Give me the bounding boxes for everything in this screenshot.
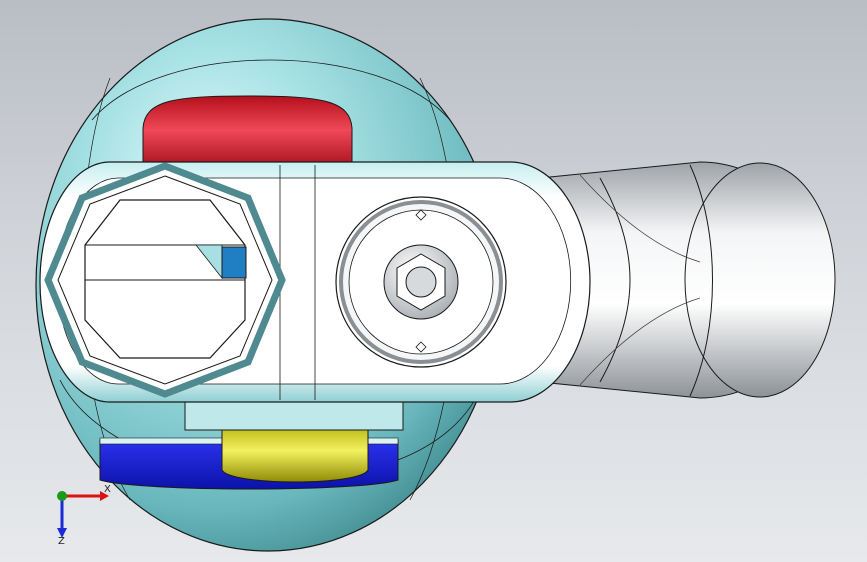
center-boss[interactable] <box>335 196 507 368</box>
reference-triad: X Y Z <box>57 484 111 546</box>
3d-model-view[interactable] <box>0 0 867 562</box>
bolt-socket <box>405 266 437 298</box>
stem-square-marker <box>221 246 247 279</box>
x-axis-label: X <box>104 484 111 495</box>
hex-nut[interactable] <box>44 162 286 398</box>
yellow-cap[interactable] <box>221 424 369 483</box>
graphics-viewport[interactable]: X Y Z <box>0 0 867 562</box>
z-axis-label: Z <box>58 536 65 546</box>
y-axis-dot <box>57 491 67 501</box>
red-cap[interactable] <box>142 95 353 173</box>
